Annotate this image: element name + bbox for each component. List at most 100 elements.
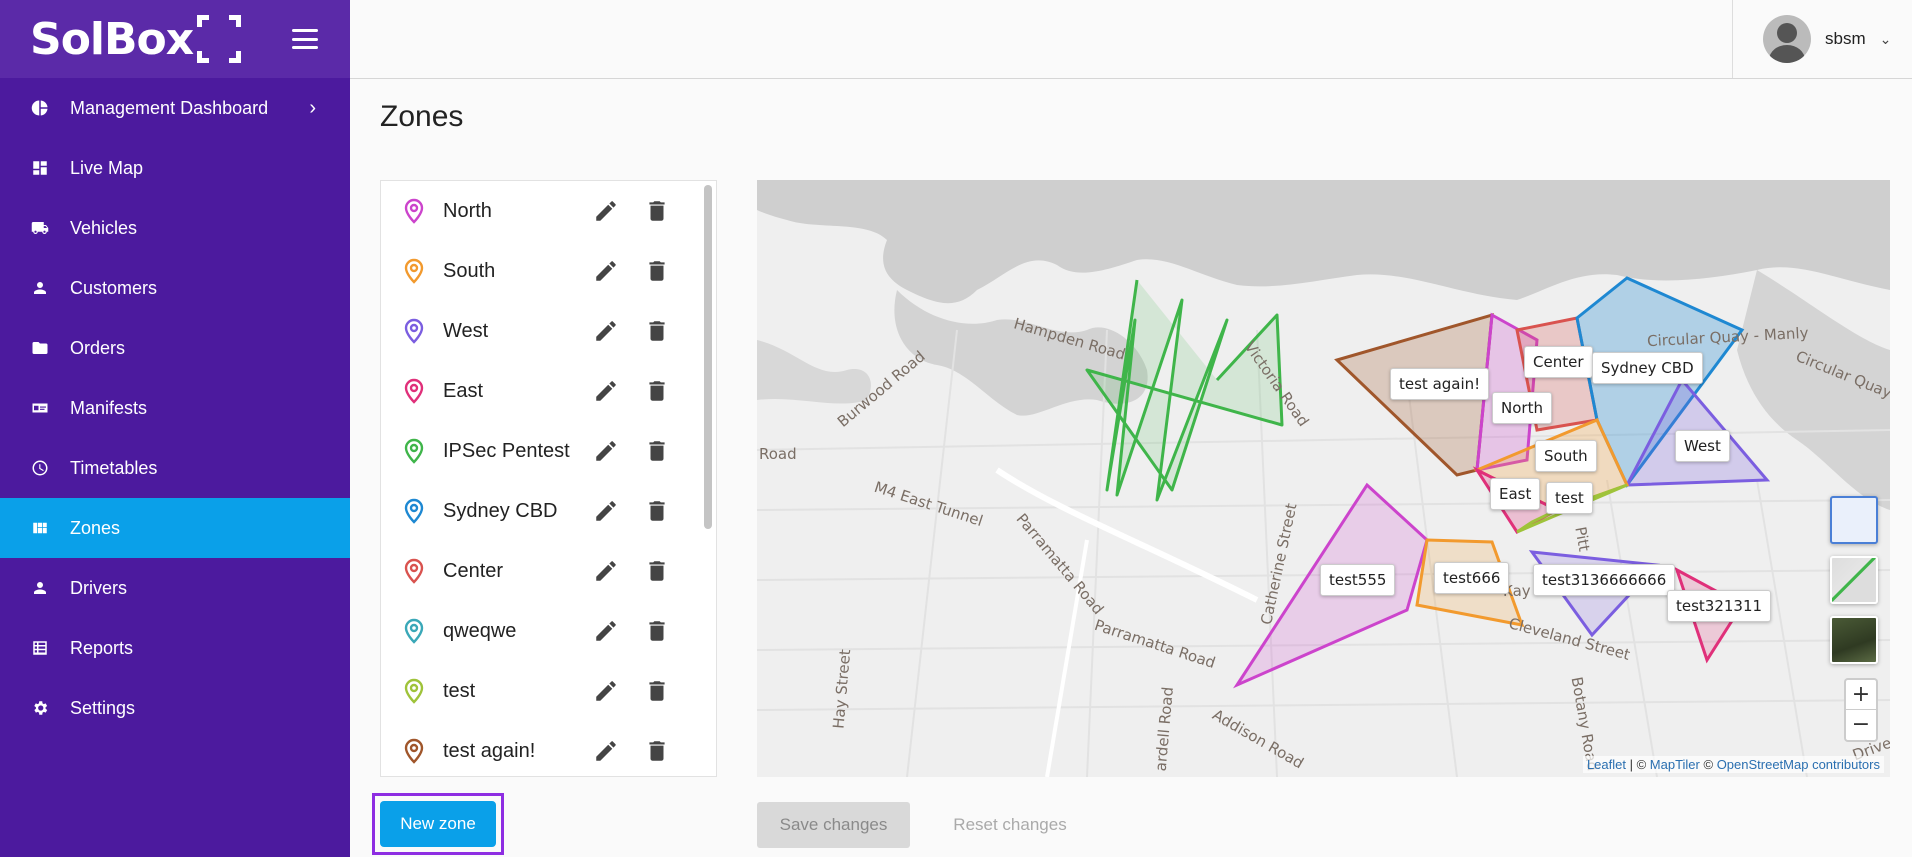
zone-name: test again! [443,739,536,762]
zone-name: Center [443,559,504,582]
chevron-down-icon[interactable]: ⌄ [1880,31,1892,48]
delete-trash-icon[interactable] [644,438,670,464]
delete-trash-icon[interactable] [644,318,670,344]
chevron-right-icon[interactable]: › [309,97,316,120]
zone-label-test555[interactable]: test555 [1320,564,1396,596]
zone-list-item[interactable]: Center [381,541,716,601]
zone-list-item[interactable]: test again! [381,721,716,776]
sidebar-item-reports[interactable]: Reports [0,618,350,678]
zone-list-item[interactable]: South [381,241,716,301]
zone-label-test3136666666[interactable]: test3136666666 [1533,564,1676,596]
zoom-out-button[interactable]: − [1846,710,1876,740]
delete-trash-icon[interactable] [644,678,670,704]
sidebar-item-zones[interactable]: Zones [0,498,350,558]
sidebar-item-vehicles[interactable]: Vehicles [0,198,350,258]
zone-list-item[interactable]: qweqwe [381,601,716,661]
zone-label-sydney-cbd[interactable]: Sydney CBD [1592,352,1703,384]
zone-label-test[interactable]: test [1546,482,1593,514]
delete-trash-icon[interactable] [644,618,670,644]
zone-list-item[interactable]: North [381,181,716,241]
map-layer-streets-thumbnail[interactable] [1830,496,1878,544]
sidebar-item-settings[interactable]: Settings [0,678,350,738]
leaflet-link[interactable]: Leaflet [1587,757,1626,772]
zone-list-item[interactable]: West [381,301,716,361]
sidebar-item-management-dashboard[interactable]: Management Dashboard › [0,78,350,138]
location-pin-icon [404,678,424,704]
new-zone-button[interactable]: New zone [380,801,496,847]
zone-ipsec-pentest-polygon[interactable] [1085,279,1284,502]
zone-label-test321311[interactable]: test321311 [1667,590,1772,622]
edit-pencil-icon[interactable] [593,198,619,224]
user-menu[interactable]: sbsm ⌄ [1732,0,1912,78]
edit-pencil-icon[interactable] [593,558,619,584]
delete-trash-icon[interactable] [644,498,670,524]
zone-list-item[interactable]: East [381,361,716,421]
sidebar-item-timetables[interactable]: Timetables [0,438,350,498]
delete-trash-icon[interactable] [644,378,670,404]
sidebar-item-manifests[interactable]: Manifests [0,378,350,438]
zone-list-item[interactable]: test [381,661,716,721]
edit-pencil-icon[interactable] [593,618,619,644]
gear-icon [30,698,50,718]
location-pin-icon [404,498,424,524]
edit-pencil-icon[interactable] [593,258,619,284]
sidebar-nav: Management Dashboard › Live Map Vehicles Cus… [0,78,350,738]
osm-link[interactable]: OpenStreetMap contributors [1717,757,1880,772]
map-layer-satellite-thumbnail[interactable] [1830,616,1878,664]
map-canvas [757,180,1890,777]
location-pin-icon [404,318,424,344]
street-label: Road [759,445,797,463]
zone-list-item[interactable]: IPSec Pentest [381,421,716,481]
sidebar-item-label: Live Map [70,157,144,178]
folder-icon [30,338,50,358]
zone-list-item[interactable]: Sydney CBD [381,481,716,541]
solbox-logo[interactable]: SolBox [30,14,242,65]
delete-trash-icon[interactable] [644,558,670,584]
attribution-separator: | © [1625,757,1650,772]
sidebar-item-orders[interactable]: Orders [0,318,350,378]
sidebar-item-label: Reports [70,637,134,658]
zoom-in-button[interactable]: + [1846,680,1876,710]
location-pin-icon [404,258,424,284]
edit-pencil-icon[interactable] [593,498,619,524]
sidebar-item-drivers[interactable]: Drivers [0,558,350,618]
zone-label-north[interactable]: North [1492,392,1552,424]
delete-trash-icon[interactable] [644,738,670,764]
sidebar-item-live-map[interactable]: Live Map [0,138,350,198]
zones-map[interactable]: Hampden Road Burwood Road Victoria Road … [757,180,1890,777]
sidebar-item-label: Manifests [70,397,148,418]
save-changes-button[interactable]: Save changes [757,802,910,848]
person-icon [30,578,50,598]
sidebar-item-label: Settings [70,697,136,718]
zone-list-scrollbar[interactable] [704,185,712,529]
sidebar-item-label: Management Dashboard [70,97,269,118]
edit-pencil-icon[interactable] [593,378,619,404]
delete-trash-icon[interactable] [644,198,670,224]
maptiler-link[interactable]: MapTiler [1650,757,1700,772]
zone-name: South [443,259,496,282]
avatar[interactable] [1763,15,1811,63]
sidebar-item-label: Timetables [70,457,158,478]
zone-label-test-again[interactable]: test again! [1390,368,1490,400]
zone-label-west[interactable]: West [1675,430,1730,462]
location-pin-icon [404,738,424,764]
delete-trash-icon[interactable] [644,258,670,284]
edit-pencil-icon[interactable] [593,738,619,764]
zone-label-east[interactable]: East [1490,478,1541,510]
clock-icon [30,458,50,478]
edit-pencil-icon[interactable] [593,318,619,344]
page-title: Zones [380,100,464,133]
brand-header: SolBox [0,0,350,78]
menu-toggle-icon[interactable] [292,29,318,49]
zone-label-center[interactable]: Center [1524,346,1593,378]
zone-label-test666[interactable]: test666 [1434,562,1510,594]
sidebar: SolBox Management Dashboard › Live Map Vehi… [0,0,350,857]
zone-label-south[interactable]: South [1535,440,1597,472]
map-layer-light-thumbnail[interactable] [1830,556,1878,604]
reset-changes-button[interactable]: Reset changes [935,802,1085,848]
sidebar-item-label: Vehicles [70,217,138,238]
grid-icon [30,518,50,538]
edit-pencil-icon[interactable] [593,678,619,704]
sidebar-item-customers[interactable]: Customers [0,258,350,318]
edit-pencil-icon[interactable] [593,438,619,464]
